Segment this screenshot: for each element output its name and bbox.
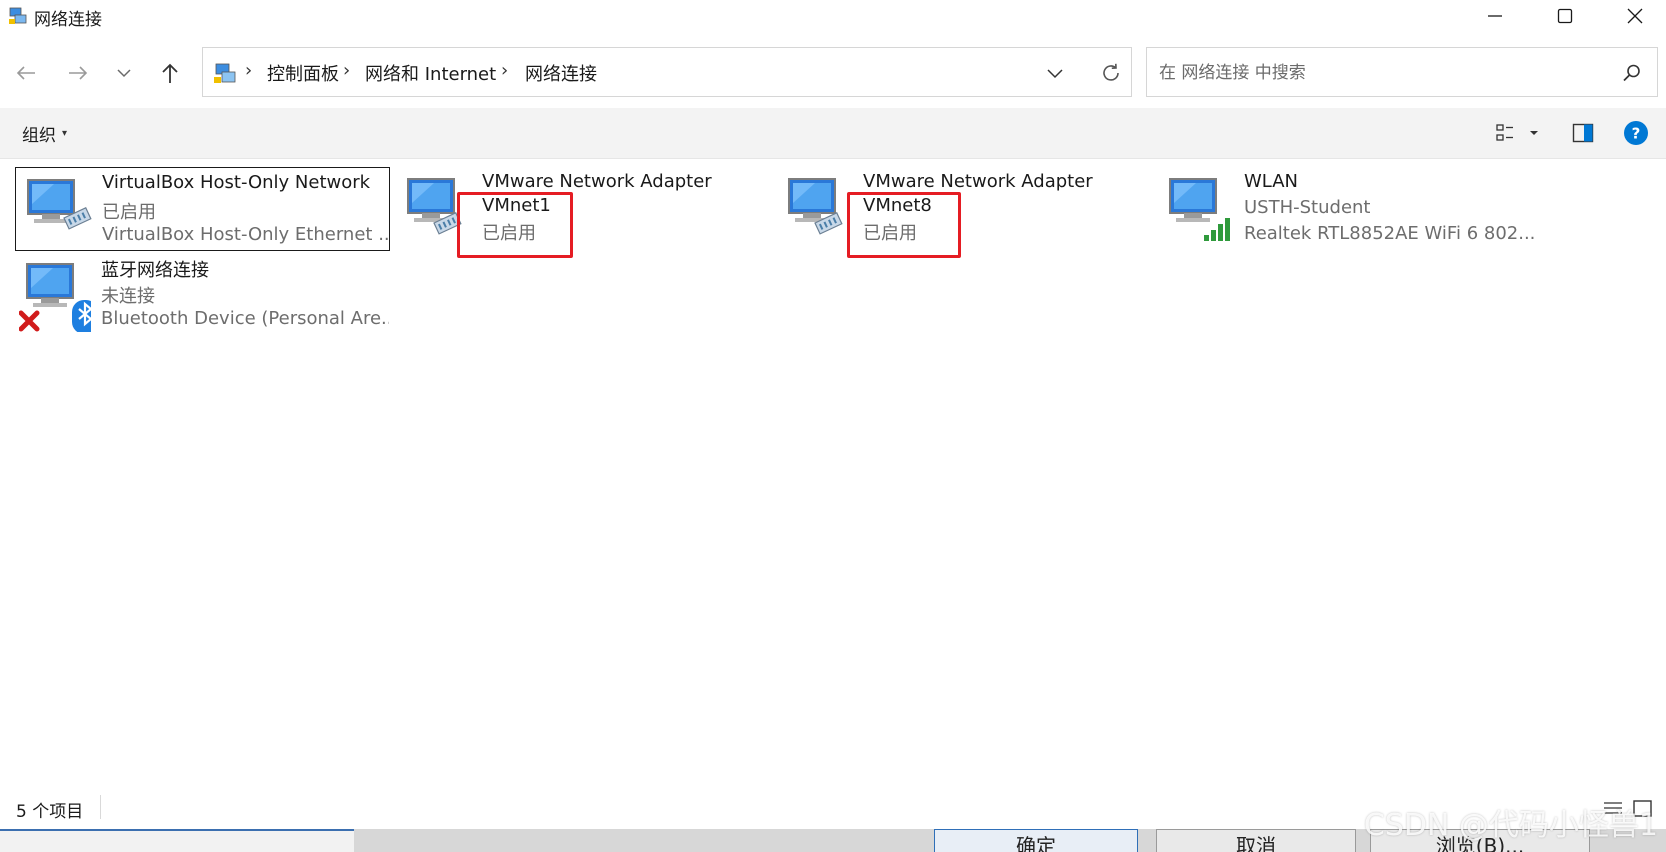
address-bar[interactable]: › 控制面板 › 网络和 Internet › 网络连接 <box>202 47 1132 97</box>
recent-locations-button[interactable] <box>106 56 142 90</box>
arrow-up-icon <box>162 63 178 83</box>
view-options-icon <box>1496 124 1513 141</box>
connection-device: Bluetooth Device (Personal Are... <box>101 308 389 329</box>
wifi-adapter-icon <box>1162 173 1234 243</box>
refresh-button[interactable] <box>1095 58 1127 88</box>
connection-name: VMware Network Adapter <box>863 171 1093 192</box>
search-icon[interactable] <box>1621 62 1643 84</box>
minimize-icon <box>1488 15 1502 17</box>
connection-device: VirtualBox Host-Only Ethernet ... <box>102 224 390 245</box>
breadcrumb-separator: › <box>245 60 253 81</box>
chevron-down-icon <box>117 69 131 78</box>
arrow-left-icon <box>16 66 35 80</box>
status-divider <box>100 795 101 819</box>
change-view-button[interactable] <box>1490 117 1546 149</box>
chevron-down-icon <box>1047 69 1063 79</box>
cancel-button[interactable]: 取消 <box>1156 829 1356 852</box>
connection-status: 未连接 <box>101 286 155 307</box>
preview-pane-button[interactable] <box>1568 117 1598 149</box>
breadcrumb-control-panel[interactable]: 控制面板 <box>267 60 339 86</box>
breadcrumb-network-internet[interactable]: 网络和 Internet <box>365 60 496 86</box>
organize-label: 组织 <box>22 126 56 146</box>
connection-status: USTH-Student <box>1244 197 1371 218</box>
close-button[interactable] <box>1600 0 1666 32</box>
list-item[interactable]: 蓝牙网络连接 未连接 Bluetooth Device (Personal Ar… <box>15 252 390 336</box>
command-bar: 组织 ▾ ? <box>0 108 1666 159</box>
list-item[interactable]: VMware Network Adapter VMnet8 已启用 <box>777 167 1147 251</box>
close-icon <box>1627 8 1643 24</box>
connection-name: WLAN <box>1244 171 1299 192</box>
list-item[interactable]: WLAN USTH-Student Realtek RTL8852AE WiFi… <box>1158 167 1538 251</box>
connection-status: 已启用 <box>102 202 156 223</box>
forward-button[interactable] <box>60 56 96 90</box>
minimize-button[interactable] <box>1460 0 1530 32</box>
title-bar: 网络连接 <box>0 0 1666 32</box>
maximize-button[interactable] <box>1530 0 1600 32</box>
highlight-box-vmnet8 <box>847 192 961 258</box>
background-field <box>0 829 354 852</box>
ethernet-adapter-icon <box>20 174 92 244</box>
connection-name: VirtualBox Host-Only Network <box>102 172 371 193</box>
network-connections-icon <box>8 6 28 26</box>
list-item[interactable]: VirtualBox Host-Only Network 已启用 Virtual… <box>15 167 390 251</box>
list-item[interactable]: VMware Network Adapter VMnet1 已启用 <box>396 167 766 251</box>
bluetooth-adapter-icon <box>18 258 98 334</box>
maximize-icon <box>1557 8 1573 24</box>
highlight-box-vmnet1 <box>457 192 573 258</box>
breadcrumb-separator: › <box>343 60 351 81</box>
preview-pane-icon <box>1572 123 1594 143</box>
help-button[interactable]: ? <box>1620 117 1652 149</box>
window-title: 网络连接 <box>34 10 102 30</box>
search-box[interactable] <box>1146 47 1658 97</box>
connections-list: VirtualBox Host-Only Network 已启用 Virtual… <box>0 160 1666 780</box>
item-count: 5 个项目 <box>16 802 84 822</box>
breadcrumb-separator: › <box>501 60 509 81</box>
back-button[interactable] <box>8 56 44 90</box>
up-button[interactable] <box>152 56 188 90</box>
organize-menu-button[interactable]: 组织 ▾ <box>22 121 67 146</box>
navigation-bar: › 控制面板 › 网络和 Internet › 网络连接 <box>0 36 1666 108</box>
connection-name: 蓝牙网络连接 <box>101 260 209 281</box>
ok-button[interactable]: 确定 <box>934 829 1138 852</box>
ethernet-adapter-icon <box>781 173 853 243</box>
help-icon: ? <box>1624 121 1648 145</box>
control-panel-icon <box>213 61 239 85</box>
breadcrumb-network-connections[interactable]: 网络连接 <box>525 60 597 86</box>
svg-text:?: ? <box>1632 125 1641 143</box>
search-input[interactable] <box>1157 58 1601 88</box>
connection-device: Realtek RTL8852AE WiFi 6 802.... <box>1244 223 1534 244</box>
watermark: CSDN @代码小怪兽1 <box>1363 808 1658 843</box>
address-history-button[interactable] <box>1039 58 1071 88</box>
arrow-right-icon <box>69 66 88 80</box>
refresh-icon <box>1103 63 1119 81</box>
caret-down-icon <box>1530 131 1538 135</box>
caret-down-icon: ▾ <box>62 128 68 139</box>
connection-name: VMware Network Adapter <box>482 171 712 192</box>
